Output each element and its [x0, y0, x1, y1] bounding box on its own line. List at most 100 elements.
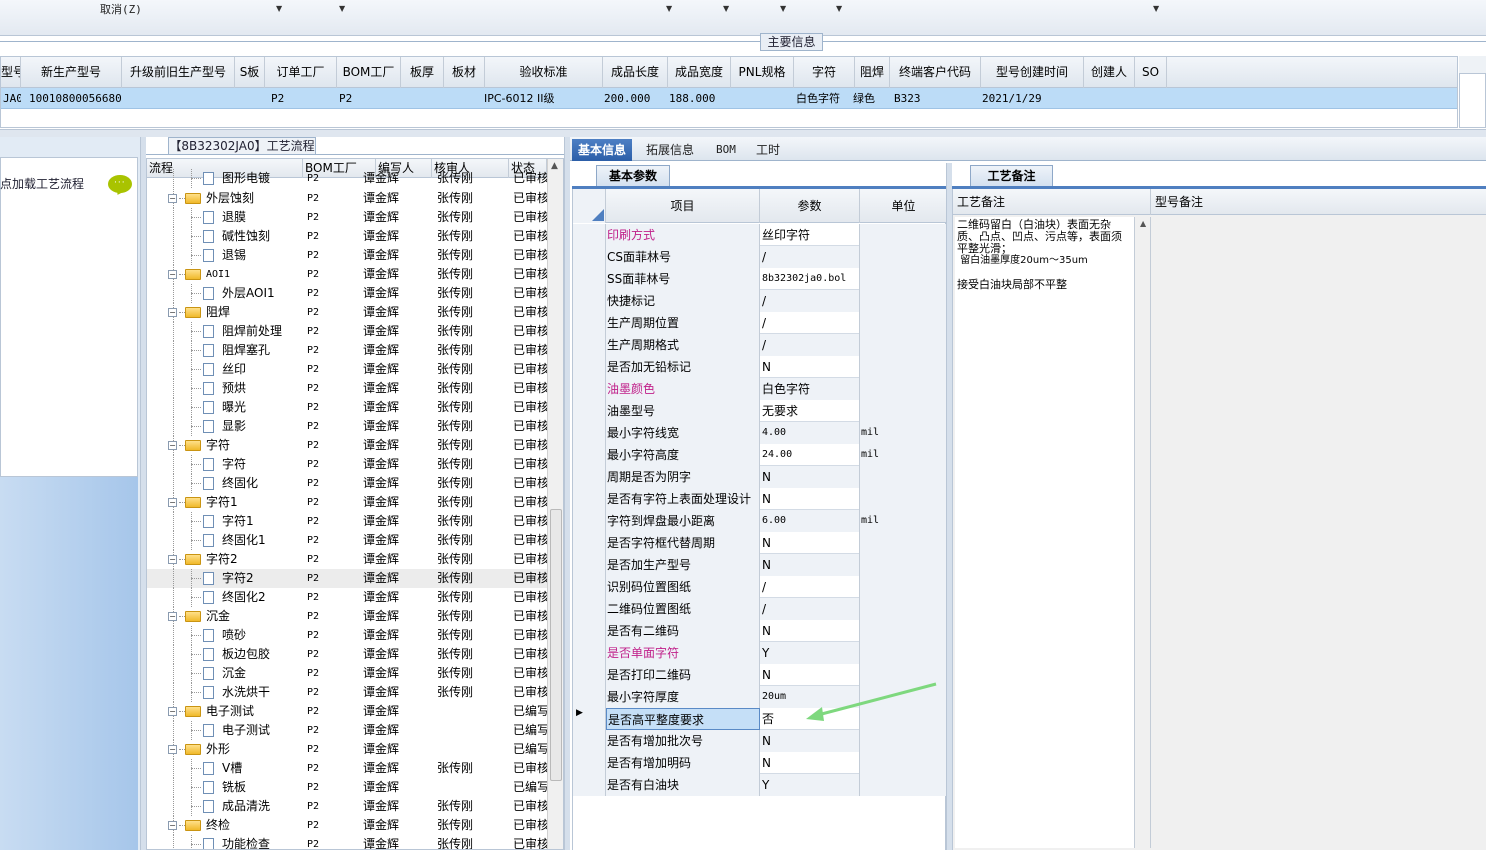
tree-row[interactable]: 终固化 P2 谭金辉 张传刚 已审核 — [147, 474, 547, 493]
main-info-cell[interactable] — [446, 88, 485, 109]
row-indicator[interactable]: ▶ — [573, 708, 606, 730]
main-info-col-5[interactable]: BOM工厂 — [337, 57, 401, 88]
tree-row[interactable]: 终固化1 P2 谭金辉 张传刚 已审核 — [147, 531, 547, 550]
param-value[interactable]: N — [760, 554, 860, 576]
row-indicator[interactable] — [573, 334, 606, 356]
tree-row[interactable]: 图形电镀 P2 谭金辉 张传刚 已审核 — [147, 169, 547, 188]
tree-row[interactable]: − 字符1 P2 谭金辉 张传刚 已审核 — [147, 493, 547, 512]
tab-3[interactable]: 工时 — [750, 139, 786, 161]
main-info-cell[interactable]: P2 — [339, 88, 401, 109]
param-row[interactable]: 是否有字符上表面处理设计 N — [573, 488, 947, 510]
horizontal-splitter[interactable] — [0, 129, 1486, 137]
param-row[interactable]: 快捷标记 / — [573, 290, 947, 312]
main-info-col-16[interactable]: 创建人 — [1084, 57, 1135, 88]
row-indicator[interactable] — [573, 664, 606, 686]
tree-row[interactable]: 碱性蚀刻 P2 谭金辉 张传刚 已审核 — [147, 227, 547, 246]
notes-scrollbar[interactable]: ▲ — [1137, 217, 1151, 848]
main-info-col-2[interactable]: 升级前旧生产型号 — [122, 57, 235, 88]
param-value[interactable]: / — [760, 576, 860, 598]
scroll-up-icon[interactable]: ▲ — [551, 161, 558, 171]
tree-row[interactable]: 外层AOI1 P2 谭金辉 张传刚 已审核 — [147, 284, 547, 303]
main-info-col-11[interactable]: PNL规格 — [731, 57, 794, 88]
tree-row[interactable]: 电子测试 P2 谭金辉 已编写 — [147, 721, 547, 740]
main-info-cell[interactable]: 绿色 — [853, 88, 890, 109]
row-indicator[interactable] — [573, 246, 606, 268]
main-info-cell[interactable]: P2 — [271, 88, 337, 109]
row-indicator[interactable] — [573, 576, 606, 598]
tree-row[interactable]: − 字符 P2 谭金辉 张传刚 已审核 — [147, 436, 547, 455]
row-indicator[interactable] — [573, 312, 606, 334]
row-indicator[interactable] — [573, 686, 606, 708]
main-info-col-9[interactable]: 成品长度 — [603, 57, 668, 88]
collapse-toggle-icon[interactable]: − — [168, 555, 177, 564]
tree-row[interactable]: 曝光 P2 谭金辉 张传刚 已审核 — [147, 398, 547, 417]
tab-1[interactable]: 拓展信息 — [640, 139, 700, 161]
col-process-notes[interactable]: 工艺备注 — [953, 189, 1151, 215]
main-info-cell[interactable] — [1086, 88, 1135, 109]
main-info-col-0[interactable]: 型号 — [1, 57, 21, 88]
param-value[interactable]: N — [760, 532, 860, 554]
param-value[interactable]: / — [760, 334, 860, 356]
row-indicator[interactable] — [573, 488, 606, 510]
row-indicator[interactable] — [573, 554, 606, 576]
tree-row[interactable]: 板边包胶 P2 谭金辉 张传刚 已审核 — [147, 645, 547, 664]
main-info-cell[interactable]: 10010800056680 — [29, 88, 122, 109]
collapse-toggle-icon[interactable]: − — [168, 498, 177, 507]
tab-process-notes[interactable]: 工艺备注 — [970, 165, 1053, 187]
param-value[interactable]: N — [760, 488, 860, 510]
tree-row[interactable]: V槽 P2 谭金辉 张传刚 已审核 — [147, 759, 547, 778]
vertical-splitter[interactable] — [564, 137, 570, 850]
dropdown-arrow-icon[interactable]: ▼ — [339, 4, 345, 13]
tree-row[interactable]: 功能检查 P2 谭金辉 张传刚 已审核 — [147, 835, 547, 849]
collapse-toggle-icon[interactable]: − — [168, 612, 177, 621]
main-info-row[interactable]: JA0 10010800056680 P2 P2 IPC-6012 II级 200.000… — [1, 88, 1457, 109]
param-value[interactable]: 6.00 — [760, 510, 860, 532]
tab-basic-params[interactable]: 基本参数 — [596, 165, 670, 187]
param-row[interactable]: 是否字符框代替周期 N — [573, 532, 947, 554]
main-info-cell[interactable]: IPC-6012 II级 — [484, 88, 603, 109]
row-indicator[interactable] — [573, 774, 606, 796]
row-indicator[interactable] — [573, 620, 606, 642]
param-row[interactable]: 油墨颜色 白色字符 — [573, 378, 947, 400]
param-value[interactable]: N — [760, 752, 860, 774]
main-info-cell[interactable] — [403, 88, 444, 109]
tree-row[interactable]: − 终检 P2 谭金辉 张传刚 已审核 — [147, 816, 547, 835]
main-info-col-15[interactable]: 型号创建时间 — [981, 57, 1084, 88]
main-info-cell[interactable]: B323 — [894, 88, 981, 109]
row-indicator[interactable] — [573, 224, 606, 246]
tree-row[interactable]: 阻焊塞孔 P2 谭金辉 张传刚 已审核 — [147, 341, 547, 360]
tree-row[interactable]: 终固化2 P2 谭金辉 张传刚 已审核 — [147, 588, 547, 607]
main-info-col-14[interactable]: 终端客户代码 — [890, 57, 981, 88]
tree-row[interactable]: − 沉金 P2 谭金辉 张传刚 已审核 — [147, 607, 547, 626]
col-item[interactable]: 项目 — [606, 189, 760, 223]
param-row[interactable]: 最小字符高度 24.00 mil — [573, 444, 947, 466]
col-unit[interactable]: 单位 — [860, 189, 947, 223]
row-indicator[interactable] — [573, 378, 606, 400]
main-info-col-13[interactable]: 阻焊 — [855, 57, 890, 88]
collapse-toggle-icon[interactable]: − — [168, 745, 177, 754]
tree-row[interactable]: 丝印 P2 谭金辉 张传刚 已审核 — [147, 360, 547, 379]
param-row[interactable]: 是否有增加明码 N — [573, 752, 947, 774]
param-row[interactable]: 是否有增加批次号 N — [573, 730, 947, 752]
dropdown-arrow-icon[interactable]: ▼ — [276, 4, 282, 13]
main-info-title[interactable]: 主要信息 — [760, 33, 823, 51]
param-value[interactable]: / — [760, 312, 860, 334]
dropdown-arrow-icon[interactable]: ▼ — [723, 4, 729, 13]
row-indicator[interactable] — [573, 730, 606, 752]
cancel-menu[interactable]: 取消(Z) — [100, 1, 142, 17]
param-value[interactable]: / — [760, 290, 860, 312]
main-info-col-10[interactable]: 成品宽度 — [668, 57, 731, 88]
tree-row[interactable]: 成品清洗 P2 谭金辉 张传刚 已审核 — [147, 797, 547, 816]
process-notes-text[interactable]: 二维码留白（白油块）表面无杂质、凸点、凹点、污点等，表面须平整光滑； 留白油墨厚… — [955, 217, 1135, 848]
main-info-col-3[interactable]: S板 — [235, 57, 265, 88]
tree-row[interactable]: − AOI1 P2 谭金辉 张传刚 已审核 — [147, 265, 547, 284]
collapse-toggle-icon[interactable]: − — [168, 194, 177, 203]
dropdown-arrow-icon[interactable]: ▼ — [836, 4, 842, 13]
param-row[interactable]: SS面菲林号 8b32302ja0.bol — [573, 268, 947, 290]
param-row[interactable]: 是否单面字符 Y — [573, 642, 947, 664]
param-row[interactable]: 生产周期格式 / — [573, 334, 947, 356]
param-value[interactable]: Y — [760, 774, 860, 796]
main-info-col-1[interactable]: 新生产型号 — [21, 57, 122, 88]
param-row[interactable]: 周期是否为阴字 N — [573, 466, 947, 488]
collapse-toggle-icon[interactable]: − — [168, 308, 177, 317]
